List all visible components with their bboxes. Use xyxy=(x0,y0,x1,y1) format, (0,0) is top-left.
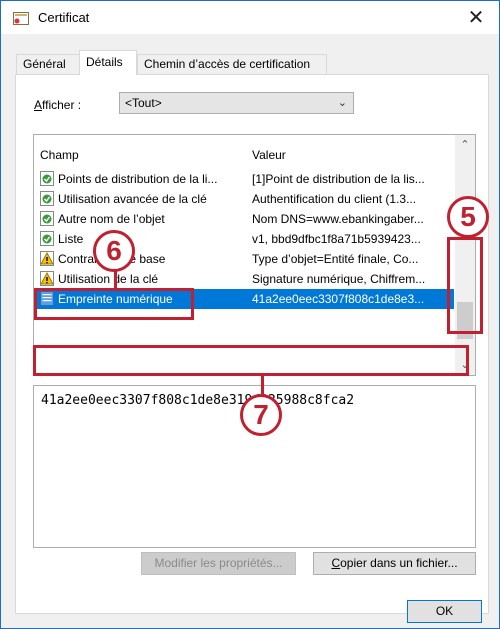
show-dropdown-value: <Tout> xyxy=(125,96,162,110)
field-value-cell: Authentification du client (1.3... xyxy=(252,192,417,206)
field-name-cell: Utilisation avancée de la clé xyxy=(58,192,207,206)
table-row[interactable]: Utilisation avancée de la clé Authentific… xyxy=(34,189,454,209)
list-header: Champ Valeur xyxy=(34,135,454,162)
field-value-cell: Nom DNS=www.ebankingaber... xyxy=(252,212,424,226)
title-bar: Certificat ✕ xyxy=(0,0,500,34)
warning-cert-icon xyxy=(40,251,54,266)
dialog-body: Général Détails Chemin d’accès de certif… xyxy=(0,34,500,629)
callout-6-leader xyxy=(114,270,117,290)
thumbprint-value[interactable]: 41a2ee0eec3307f808c1de8e319d925988c8fca2 xyxy=(41,393,354,408)
copy-to-file-button[interactable]: Copier dans un fichier... xyxy=(313,552,476,575)
tab-certification-path[interactable]: Chemin d’accès de certification xyxy=(137,54,327,74)
details-panel: Afficher : <Tout> ⌄ Champ Valeur Points … xyxy=(15,74,489,614)
tab-general[interactable]: Général xyxy=(16,54,80,74)
field-value-cell: [1]Point de distribution de la lis... xyxy=(252,172,425,186)
show-dropdown[interactable]: <Tout> ⌄ xyxy=(119,92,354,114)
field-name-cell: Autre nom de l’objet xyxy=(58,212,165,226)
field-name-cell: Contraintes de base xyxy=(58,252,166,266)
list-scrollbar[interactable]: ⌃ ⌄ xyxy=(455,135,475,375)
cert-field-icon xyxy=(40,191,54,206)
scrollbar-thumb[interactable] xyxy=(457,302,473,339)
cert-field-icon xyxy=(40,171,54,186)
field-value-cell: Signature numérique, Chiffrem... xyxy=(252,272,426,286)
table-row[interactable]: Empreinte numérique 41a2ee0eec3307f808c1d… xyxy=(34,289,454,309)
scroll-down-icon[interactable]: ⌄ xyxy=(455,355,475,375)
callout-7-leader xyxy=(261,376,264,394)
field-name-cell: Points de distribution de la li... xyxy=(58,172,218,186)
callout-5: 5 xyxy=(447,196,489,238)
table-row[interactable]: Autre nom de l’objet Nom DNS=www.ebanking… xyxy=(34,209,454,229)
cert-field-icon xyxy=(40,211,54,226)
certificate-icon xyxy=(13,12,29,25)
tab-details[interactable]: Détails xyxy=(79,50,137,75)
column-header-field[interactable]: Champ xyxy=(40,148,79,162)
close-button[interactable]: ✕ xyxy=(461,5,491,31)
cert-field-icon xyxy=(40,231,54,246)
warning-cert-icon xyxy=(40,271,54,286)
scroll-up-icon[interactable]: ⌃ xyxy=(455,135,475,155)
column-header-value[interactable]: Valeur xyxy=(252,148,286,162)
window-title: Certificat xyxy=(38,10,90,25)
field-value-cell: v1, bbd9dfbc1f8a71b5939423... xyxy=(252,232,421,246)
field-value-cell: Type d’objet=Entité finale, Co... xyxy=(252,252,419,266)
field-value-cell: 41a2ee0eec3307f808c1de8e3... xyxy=(252,292,425,306)
show-label: Afficher : xyxy=(34,98,82,112)
callout-6: 6 xyxy=(93,230,135,272)
chevron-down-icon: ⌄ xyxy=(337,97,347,109)
callout-7: 7 xyxy=(240,394,282,436)
table-row[interactable]: Utilisation de la clé Signature numérique… xyxy=(34,269,454,289)
ok-button[interactable]: OK xyxy=(407,600,482,623)
field-name-cell: Empreinte numérique xyxy=(58,292,173,306)
field-name-cell: Liste xyxy=(58,232,84,246)
edit-properties-button[interactable]: Modifier les propriétés... xyxy=(141,552,296,575)
table-row[interactable]: Points de distribution de la li... [1]Poi… xyxy=(34,169,454,189)
thumbprint-icon xyxy=(40,291,54,306)
field-name-cell: Utilisation de la clé xyxy=(58,272,159,286)
